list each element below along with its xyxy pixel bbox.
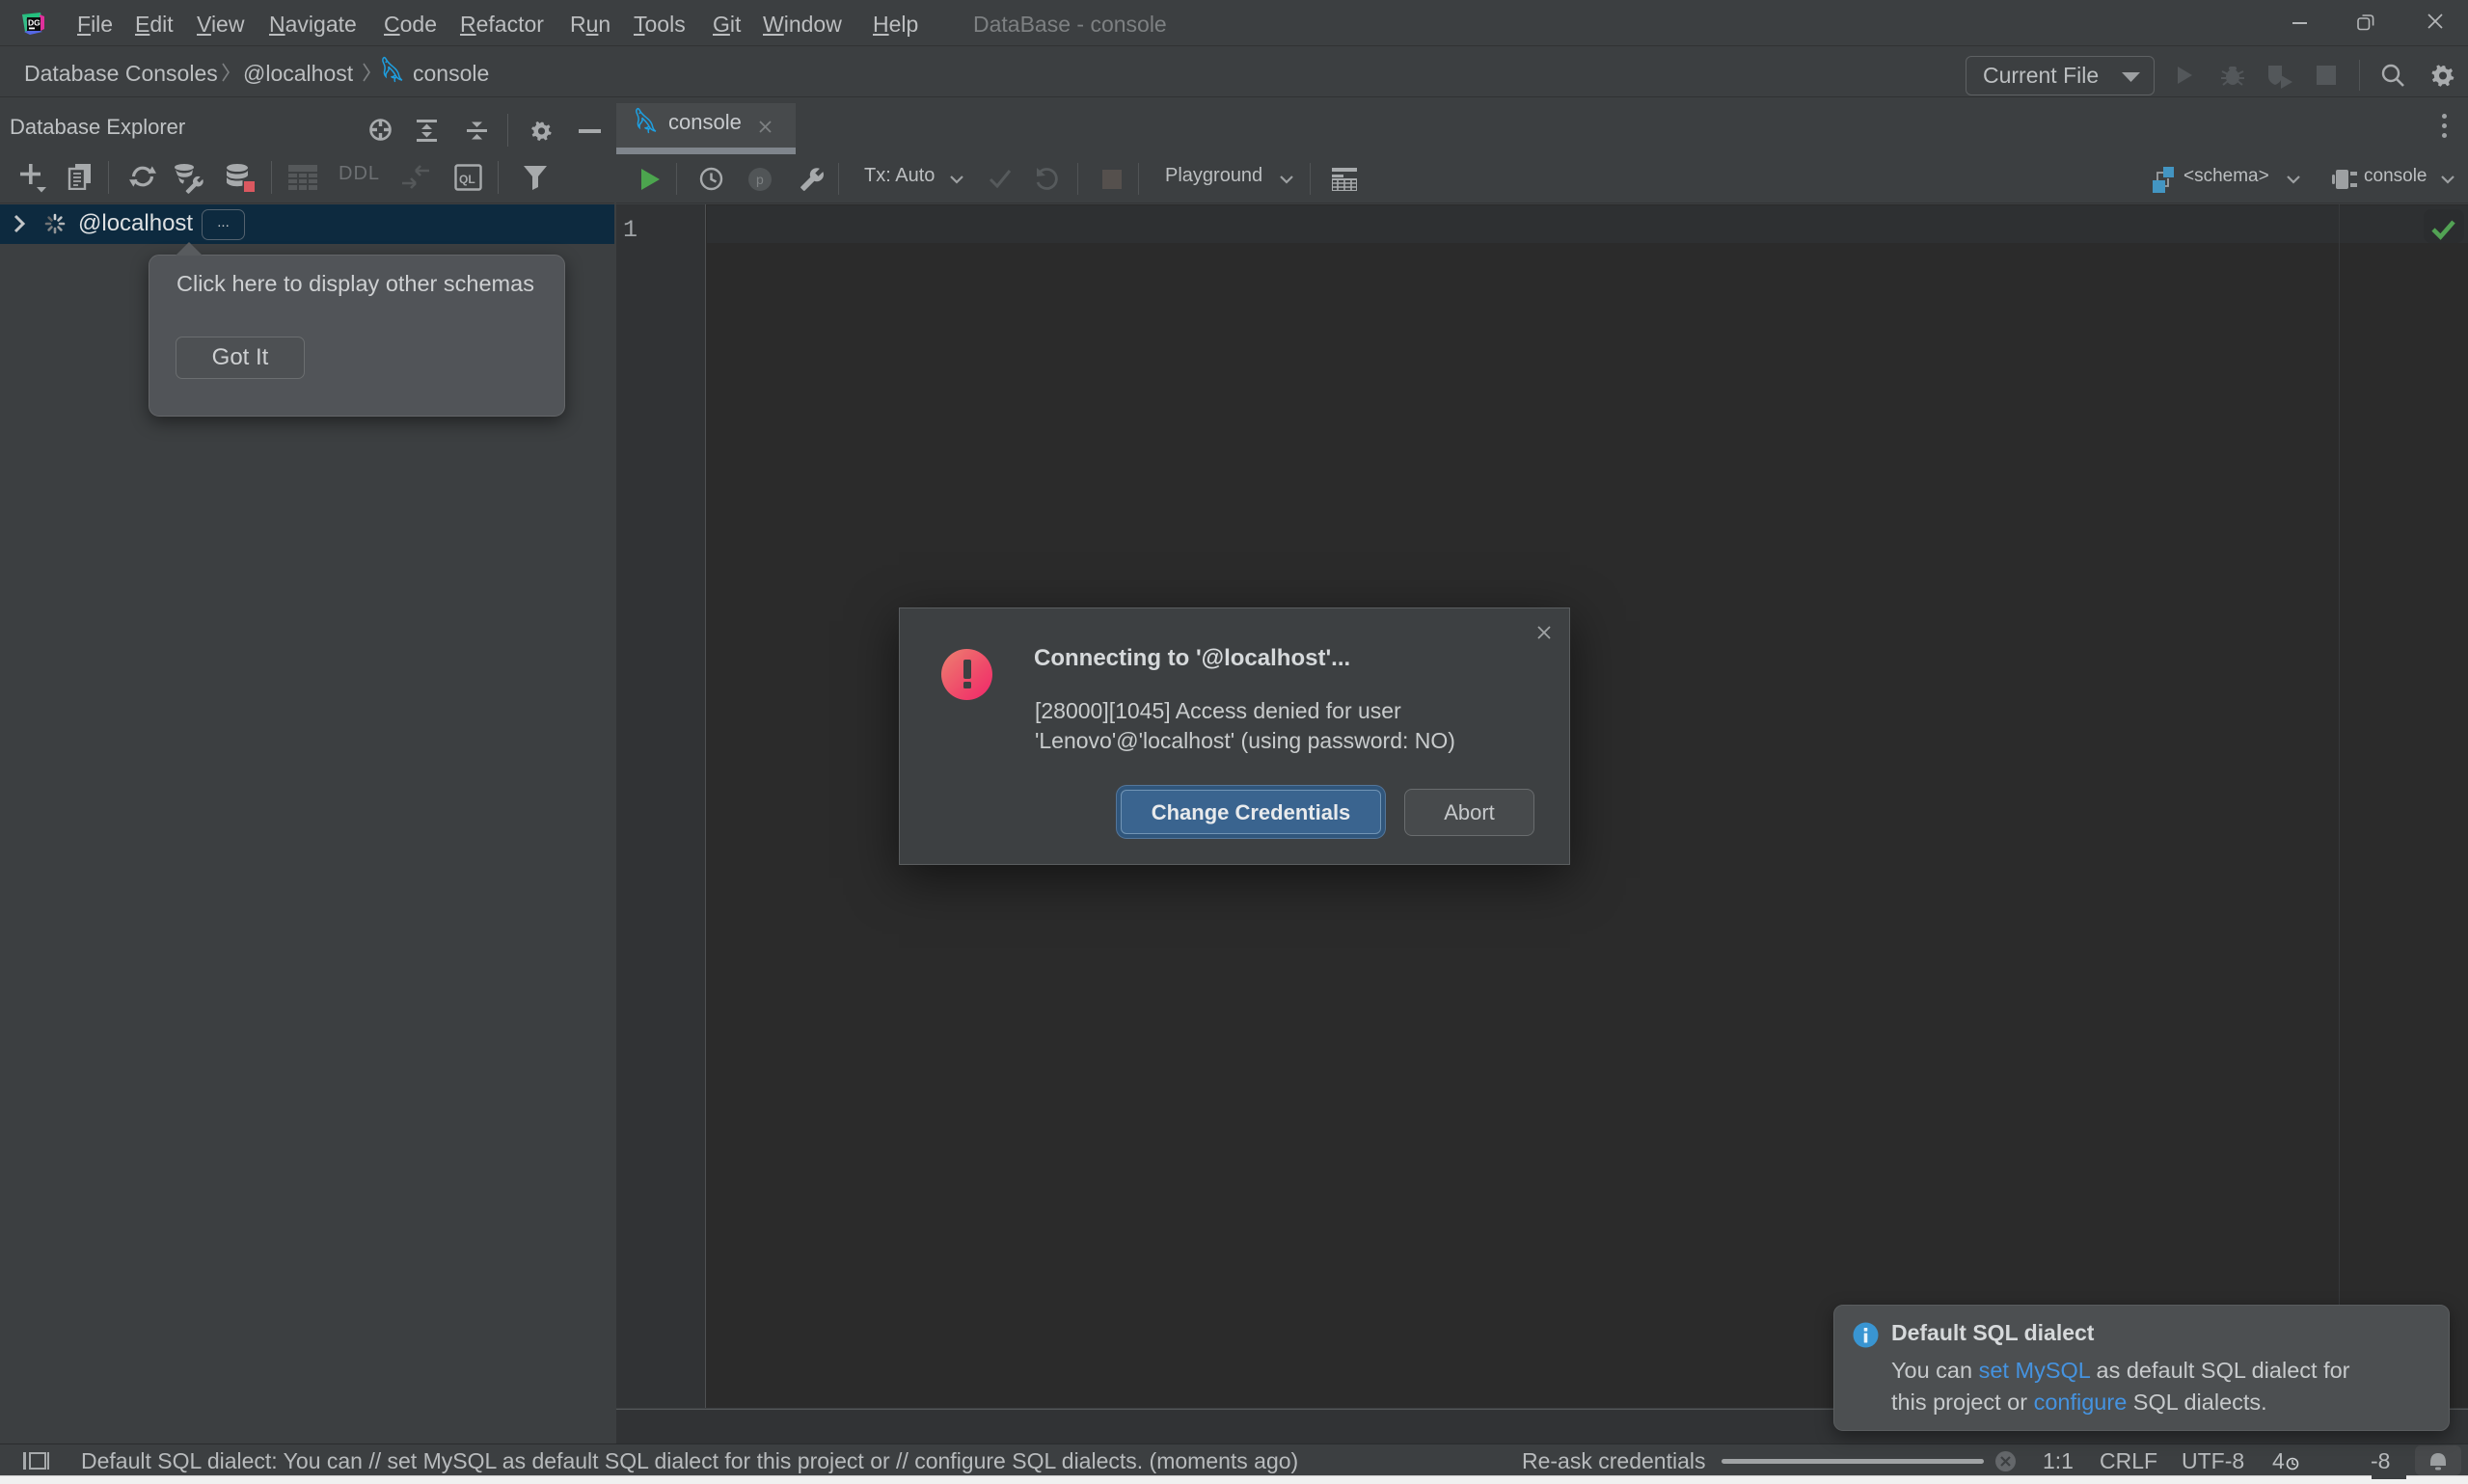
svg-text:DG: DG [28,18,41,28]
svg-text:QL: QL [459,173,475,186]
svg-text:p: p [756,172,764,187]
